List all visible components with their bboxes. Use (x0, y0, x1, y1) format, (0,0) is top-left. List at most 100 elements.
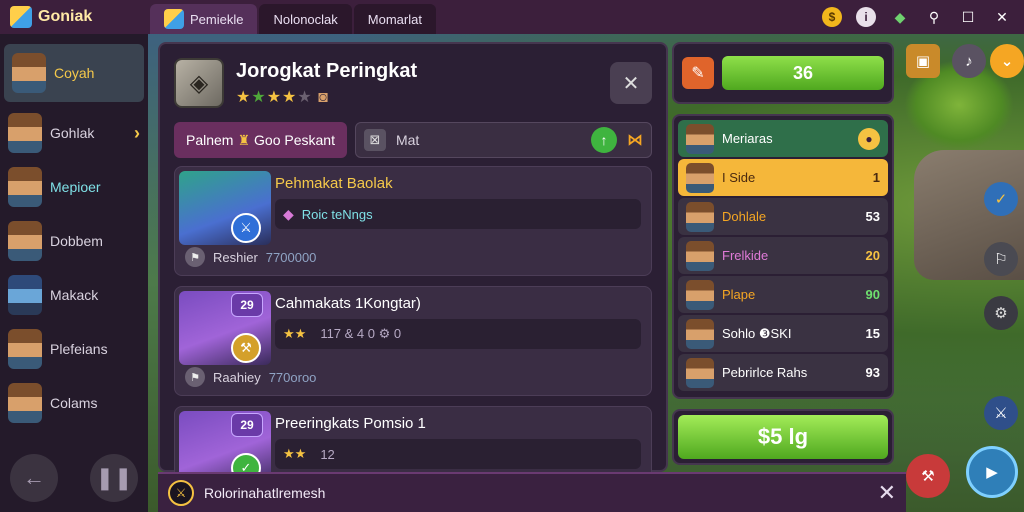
avatar (12, 53, 46, 93)
sidebar-item-label: Coyah (54, 65, 95, 81)
page-title: Jorogkat Peringkat (236, 59, 418, 82)
settings-icon[interactable]: ⚙ (984, 296, 1018, 330)
rank-name: Plape (722, 287, 756, 302)
scroll-icon: ✎ (682, 57, 714, 89)
tab-momarlat[interactable]: Momarlat (353, 4, 436, 34)
app-logo: Goniak (0, 0, 150, 34)
avatar (686, 318, 714, 349)
back-arrow-icon[interactable]: ← (10, 454, 58, 502)
bag-icon: ♜ (237, 131, 251, 148)
tab-label: Momarlat (367, 11, 422, 27)
title-bar: Goniak Pemiekle Nolonoclak Momarlat $ i … (0, 0, 1024, 34)
sidebar-item-coyah[interactable]: Coyah (4, 44, 144, 102)
sidebar-item-label: Dobbem (50, 233, 103, 249)
leaderboard: ✎ 36 Meriaras ● I Side 1 Dohlale 53 Frel… (672, 42, 894, 472)
score-bar: ✎ 36 (672, 42, 894, 104)
sword-icon[interactable]: ⚔ (984, 396, 1018, 430)
avatar (8, 275, 42, 315)
filter-icon[interactable]: ⊠ (363, 129, 386, 151)
list-item[interactable]: ⚔ Pehmakat Baolak ◆ Roic teNngs ⚑ Reshie… (174, 166, 652, 276)
hero-footer: ⚑ Reshier 7700000 (185, 247, 316, 267)
search-box: ⊠ ↑ ⋈ (354, 122, 652, 158)
sidebar: Coyah Gohlak › Mepioer Dobbem Makack Ple… (0, 34, 148, 512)
pause-icon[interactable]: ❚❚ (90, 454, 138, 502)
rank-name: Sohlo ❸SKI (722, 325, 792, 341)
sidebar-item-label: Gohlak (50, 125, 95, 141)
rank-value: 90 (865, 287, 880, 302)
app-title: Goniak (38, 8, 93, 25)
checkmark-icon[interactable]: ✓ (984, 182, 1018, 216)
list-item[interactable]: 29 ⚒ Cahmakats 1Kongtar) ★★ 117 & 4 0 ⚙ … (174, 286, 652, 396)
sidebar-footer: ← ❚❚ (0, 454, 148, 502)
rank-row-self[interactable]: I Side 1 (678, 159, 888, 196)
sword-badge-icon: ⚔ (231, 213, 261, 243)
footer-label: Raahiey (213, 369, 261, 385)
hero-stats: 117 & 4 0 ⚙ 0 (320, 326, 402, 341)
hero-stats: 12 (320, 446, 335, 462)
close-panel-button[interactable]: ✕ (610, 62, 652, 104)
hero-meta: ★★ 12 (275, 439, 641, 469)
attack-button[interactable]: ⚒ (906, 454, 950, 498)
rank-row[interactable]: Sohlo ❸SKI 15 (678, 315, 888, 352)
sidebar-item-gohlak[interactable]: Gohlak › (0, 106, 148, 160)
hero-name: Preeringkats Pomsio 1 (275, 415, 426, 432)
sidebar-item-plefeians[interactable]: Plefeians (0, 322, 148, 376)
tab-palnem[interactable]: Palnem ♜ Goo Peskant (174, 122, 347, 158)
search-icon[interactable]: ⚲ (924, 7, 944, 27)
trophy-icon: ⚑ (185, 247, 205, 267)
sidebar-item-label: Colams (50, 395, 98, 411)
rank-name: Pebrirlce Rahs (722, 365, 808, 380)
level-badge: 29 (231, 413, 263, 437)
hero-footer: ⚑ Raahiey 770oroo (185, 367, 316, 387)
cube-icon (164, 9, 184, 29)
hero-meta: ★★ 117 & 4 0 ⚙ 0 (275, 319, 641, 349)
tab-label: Palnem (186, 132, 234, 148)
sidebar-item-label: Mepioer (50, 179, 101, 195)
search-input[interactable] (395, 132, 581, 148)
sidebar-item-makack[interactable]: Makack (0, 268, 148, 322)
rank-row[interactable]: Frelkide 20 (678, 237, 888, 274)
close-icon[interactable]: ✕ (992, 7, 1012, 27)
rank-row[interactable]: Dohlale 53 (678, 198, 888, 235)
panel-header: ◈ Jorogkat Peringkat ★★★★★ ◙ ✕ (160, 44, 666, 122)
rank-value: 1 (872, 170, 880, 185)
footer-label: Reshier (213, 249, 258, 265)
rank-row[interactable]: Plape 90 (678, 276, 888, 313)
hero-name: Cahmakats 1Kongtar) (275, 295, 421, 312)
gem-icon[interactable]: ◆ (890, 7, 910, 27)
chest-shortcut-icon[interactable]: ▣ (906, 44, 940, 78)
star-rating: ★★ (283, 326, 307, 341)
hero-skill: Roic teNngs (301, 206, 373, 222)
avatar (686, 123, 714, 154)
avatar (8, 167, 42, 207)
star-rating: ★★★★★ ◙ (236, 88, 329, 106)
maximize-icon[interactable]: ☐ (958, 7, 978, 27)
tab-nolonoclak[interactable]: Nolonoclak (259, 4, 352, 34)
rank-row[interactable]: Pebrirlce Rahs 93 (678, 354, 888, 391)
window-controls: $ i ◆ ⚲ ☐ ✕ (822, 7, 1024, 27)
sidebar-item-colams[interactable]: Colams (0, 376, 148, 430)
rank-value: 15 (865, 326, 880, 341)
bookmark-icon[interactable]: ⋈ (627, 130, 643, 150)
coin-icon[interactable]: $ (822, 7, 842, 27)
shield-icon: ⚔ (168, 480, 194, 506)
avatar (686, 201, 714, 232)
chevron-down-icon[interactable]: ⌄ (990, 44, 1024, 78)
play-button[interactable]: ▶ (966, 446, 1018, 498)
confirm-button[interactable]: ↑ (591, 127, 617, 153)
card-list: ⚔ Pehmakat Baolak ◆ Roic teNngs ⚑ Reshie… (160, 158, 666, 512)
purchase-button[interactable]: $5 lg (678, 415, 888, 459)
avatar (686, 357, 714, 388)
tab-pemiekle[interactable]: Pemiekle (150, 4, 258, 34)
chest-icon: ◈ (174, 58, 224, 108)
sidebar-item-label: Makack (50, 287, 99, 303)
footer-value: 770oroo (268, 369, 317, 385)
close-notification-icon[interactable]: ✕ (878, 480, 896, 506)
info-icon[interactable]: i (856, 7, 876, 27)
rank-header[interactable]: Meriaras ● (678, 120, 888, 157)
music-icon[interactable]: ♪ (952, 44, 986, 78)
sidebar-item-mepioer[interactable]: Mepioer (0, 160, 148, 214)
flag-icon[interactable]: ⚐ (984, 242, 1018, 276)
rank-header-label: Meriaras (722, 131, 773, 146)
sidebar-item-dobbem[interactable]: Dobbem (0, 214, 148, 268)
